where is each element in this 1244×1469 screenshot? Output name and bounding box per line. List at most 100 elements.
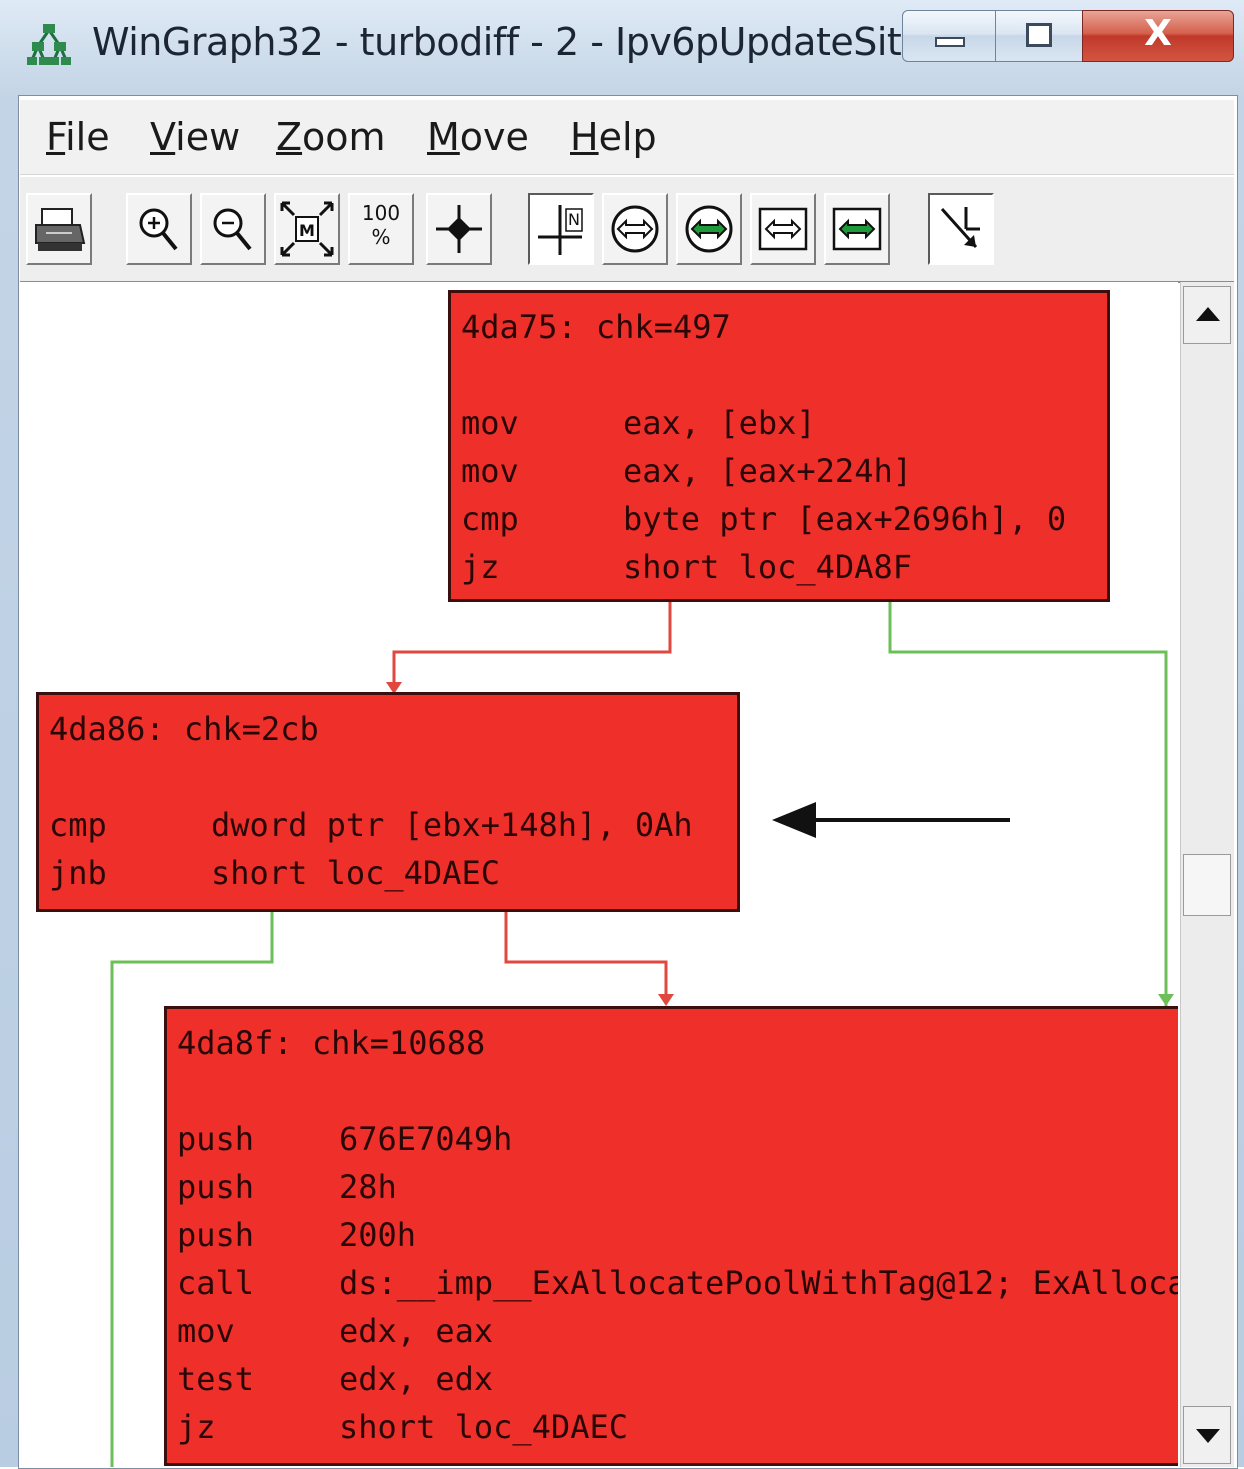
instruction-operands: dword ptr [ebx+148h], 0Ah (211, 806, 693, 844)
edge-4da75-to-4da8f (888, 600, 1168, 1006)
instruction-operands: eax, [eax+224h] (623, 452, 912, 490)
menu-move[interactable]: Move (427, 112, 529, 162)
instruction-line: mov edx, eax (177, 1307, 493, 1355)
instruction-operands: byte ptr [eax+2696h], 0 (623, 500, 1067, 538)
instruction-mnemonic: jnb (49, 854, 107, 892)
menu-view-mnemonic: V (150, 115, 176, 159)
wingraph-app-icon (26, 20, 72, 66)
menu-file-mnemonic: F (46, 115, 66, 159)
instruction-operands: short loc_4DAEC (211, 854, 500, 892)
zoom-100-icon: 100 % (350, 201, 412, 249)
menu-move-label: ove (459, 115, 529, 159)
instruction-line: test edx, edx (177, 1355, 493, 1403)
scroll-up-arrow-icon (1196, 307, 1220, 321)
edge-4da86-to-4da8f (504, 912, 668, 1004)
menu-bar: File View Zoom Move Help (20, 100, 1234, 175)
node-title: 4da86: chk=2cb (49, 710, 319, 748)
graph-node-4da75[interactable]: 4da75: chk=497 mov eax, [ebx] mov eax, [ea… (448, 290, 1110, 602)
maximize-button[interactable] (995, 10, 1083, 62)
svg-text:M: M (299, 221, 315, 240)
annotation-arrowhead (772, 802, 816, 838)
window-title: WinGraph32 - turbodiff - 2 - Ipv6pUpdate… (92, 20, 937, 64)
maximize-icon (1026, 23, 1052, 47)
edge-4da75-to-4da86 (392, 600, 672, 692)
instruction-mnemonic: call (177, 1264, 255, 1302)
center-crosshair-icon (436, 205, 482, 253)
close-icon: X (1144, 13, 1172, 54)
instruction-operands: eax, [ebx] (623, 404, 816, 442)
instruction-mnemonic: mov (461, 452, 519, 490)
instruction-mnemonic: jz (461, 548, 500, 586)
menu-move-mnemonic: M (427, 115, 460, 159)
menu-help[interactable]: Help (570, 112, 657, 162)
edge-arrowhead-4da8f-top (658, 994, 674, 1006)
zoom-100-button[interactable]: 100 % (348, 193, 414, 265)
instruction-mnemonic: test (177, 1360, 255, 1398)
edge-follow-icon (940, 207, 980, 249)
node-title: 4da8f: chk=10688 (177, 1024, 486, 1062)
zoom-100-value: 100 (361, 201, 401, 225)
instruction-mnemonic: cmp (461, 500, 519, 538)
instruction-line: call ds:__imp__ExAllocatePoolWithTag@12; … (177, 1259, 1178, 1307)
menu-view[interactable]: View (150, 112, 240, 162)
instruction-mnemonic: cmp (49, 806, 107, 844)
instruction-operands: edx, eax (339, 1312, 494, 1350)
zoom-100-unit: % (371, 225, 391, 249)
instruction-mnemonic: jz (177, 1408, 216, 1446)
close-button[interactable]: X (1082, 10, 1234, 62)
instruction-operands: ds:__imp__ExAllocatePoolWithTag@12; ExAl… (339, 1264, 1178, 1302)
zoom-in-button[interactable] (126, 193, 192, 265)
graph-node-4da8f[interactable]: 4da8f: chk=10688 push 676E7049h push 28h p… (164, 1006, 1178, 1466)
instruction-operands: edx, edx (339, 1360, 494, 1398)
toolbar: M 100 % N (20, 176, 1234, 283)
svg-text:N: N (568, 210, 580, 229)
menu-help-label: elp (598, 115, 657, 159)
instruction-operands: 676E7049h (339, 1120, 513, 1158)
instruction-line: jnb short loc_4DAEC (49, 849, 500, 897)
menu-zoom[interactable]: Zoom (276, 112, 386, 162)
instruction-line: push 676E7049h (177, 1115, 512, 1163)
scroll-up-button[interactable] (1183, 286, 1231, 344)
menu-zoom-label: oom (302, 115, 386, 159)
fit-to-window-button[interactable]: M (274, 193, 340, 265)
print-button[interactable] (26, 193, 92, 265)
show-node-button[interactable] (824, 193, 890, 265)
title-bar[interactable]: WinGraph32 - turbodiff - 2 - Ipv6pUpdate… (0, 0, 1244, 92)
edge-follow-button[interactable] (928, 193, 994, 265)
center-button[interactable] (426, 193, 492, 265)
instruction-operands: 28h (339, 1168, 397, 1206)
instruction-line: push 28h (177, 1163, 397, 1211)
show-node-icon (832, 207, 882, 251)
instruction-operands: short loc_4DAEC (339, 1408, 628, 1446)
graph-node-4da86[interactable]: 4da86: chk=2cb cmp dword ptr [ebx+148h], … (36, 692, 740, 912)
scroll-down-button[interactable] (1183, 1406, 1231, 1464)
zoom-out-button[interactable] (200, 193, 266, 265)
graph-canvas[interactable]: 4da75: chk=497 mov eax, [ebx] mov eax, [ea… (20, 282, 1178, 1467)
fold-node-button[interactable] (676, 193, 742, 265)
instruction-operands: 200h (339, 1216, 417, 1254)
instruction-line: cmp byte ptr [eax+2696h], 0 (461, 495, 1066, 543)
node-mode-icon: N (538, 205, 583, 255)
node-title: 4da75: chk=497 (461, 308, 731, 346)
hide-node-icon (758, 207, 808, 251)
zoom-out-icon (213, 208, 252, 251)
scroll-thumb[interactable] (1183, 854, 1231, 916)
menu-help-mnemonic: H (570, 115, 599, 159)
menu-file-label: ile (65, 115, 110, 159)
menu-file[interactable]: File (46, 112, 110, 162)
print-icon (35, 208, 86, 251)
hide-node-button[interactable] (750, 193, 816, 265)
vertical-scrollbar[interactable] (1180, 282, 1234, 1467)
instruction-line: mov eax, [eax+224h] (461, 447, 912, 495)
node-mode-button[interactable]: N (528, 193, 594, 265)
instruction-line: cmp dword ptr [ebx+148h], 0Ah (49, 801, 693, 849)
unfold-node-icon (611, 205, 659, 253)
unfold-node-button[interactable] (602, 193, 668, 265)
instruction-mnemonic: push (177, 1216, 255, 1254)
instruction-mnemonic: push (177, 1120, 255, 1158)
instruction-line: jz short loc_4DAEC (177, 1403, 628, 1451)
instruction-mnemonic: mov (461, 404, 519, 442)
instruction-mnemonic: push (177, 1168, 255, 1206)
minimize-button[interactable] (902, 10, 996, 62)
instruction-line: push 200h (177, 1211, 416, 1259)
